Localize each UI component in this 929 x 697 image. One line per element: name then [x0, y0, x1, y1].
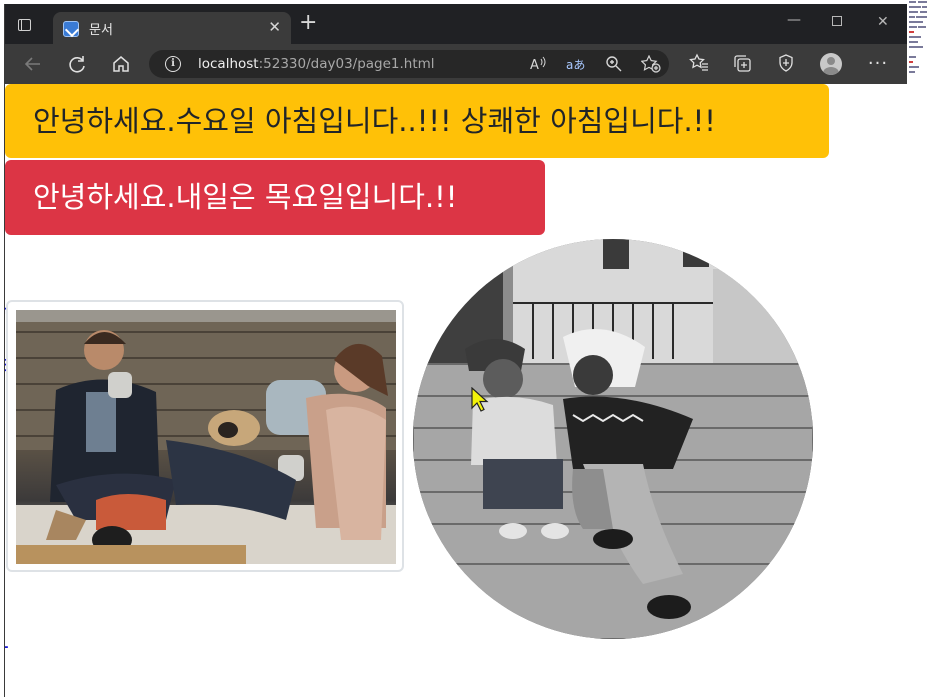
tab-document[interactable]: 문서 ✕ — [53, 12, 291, 44]
favorites-icon[interactable] — [688, 53, 710, 75]
browser-window: 문서 ✕ + — ✕ i localhost:52330/day03/page1… — [4, 4, 907, 697]
mouse-cursor-icon — [471, 387, 489, 412]
maximize-icon — [832, 16, 842, 26]
zoom-icon[interactable] — [605, 55, 623, 77]
close-window-button[interactable]: ✕ — [877, 14, 889, 30]
collections-icon[interactable] — [731, 53, 753, 75]
tab-actions-icon[interactable] — [15, 16, 33, 34]
tab-close-icon[interactable]: ✕ — [268, 18, 281, 36]
page-favicon-icon — [63, 21, 79, 37]
home-icon[interactable] — [110, 53, 132, 75]
image-rounded-circle[interactable] — [413, 239, 813, 639]
address-bar[interactable]: i localhost:52330/day03/page1.html A aあ — [149, 50, 669, 78]
couple-with-dog-photo — [16, 310, 396, 564]
svg-text:aあ: aあ — [566, 58, 585, 72]
page-content: r n ⌐ a - 안녕하세요.수요일 아침입니다..!!! 상쾌한 아침입니다… — [5, 84, 907, 697]
site-info-icon[interactable]: i — [165, 56, 181, 72]
tab-title: 문서 — [89, 23, 113, 38]
more-icon[interactable]: ··· — [867, 53, 889, 75]
profile-icon[interactable] — [820, 53, 842, 75]
minimize-button[interactable]: — — [787, 12, 801, 28]
kids-on-steps-photo — [413, 239, 813, 639]
svg-text:A: A — [530, 58, 539, 73]
read-aloud-icon[interactable]: A — [529, 55, 547, 77]
back-arrow-icon[interactable] — [22, 53, 44, 75]
image-thumbnail[interactable] — [6, 300, 404, 572]
address-url[interactable]: localhost:52330/day03/page1.html — [198, 56, 435, 72]
browser-toolbar: i localhost:52330/day03/page1.html A aあ — [5, 44, 907, 84]
reload-icon[interactable] — [66, 53, 88, 75]
side-panel-fragment — [909, 1, 927, 73]
add-favorite-icon[interactable] — [640, 54, 661, 77]
translate-icon[interactable]: aあ — [566, 55, 586, 77]
maximize-button[interactable] — [832, 14, 842, 30]
shield-icon[interactable] — [775, 53, 797, 75]
page-text-fragment: - — [5, 634, 9, 659]
alert-danger: 안녕하세요.내일은 목요일입니다.!! — [5, 160, 545, 235]
new-tab-button[interactable]: + — [299, 12, 317, 34]
title-bar: 문서 ✕ + — ✕ — [5, 4, 907, 44]
alert-warning: 안녕하세요.수요일 아침입니다..!!! 상쾌한 아침입니다.!! — [5, 84, 829, 158]
